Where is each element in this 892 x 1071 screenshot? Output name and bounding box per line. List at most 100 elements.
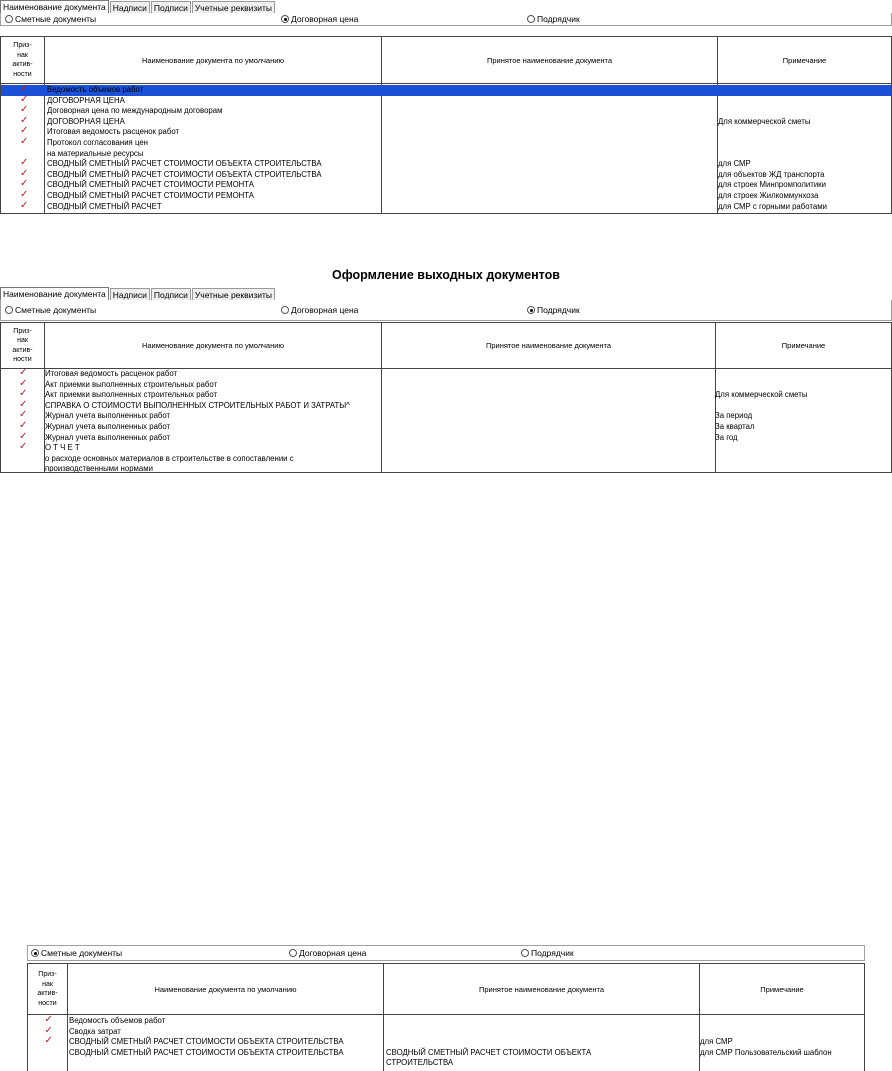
default-name-cell[interactable]: о расходе основных материалов в строител…: [45, 454, 294, 465]
default-name-cell[interactable]: СВОДНЫЙ СМЕТНЫЙ РАСЧЕТ СТОИМОСТИ РЕМОНТА: [47, 180, 254, 191]
default-name-cell[interactable]: Итоговая ведомость расценок работ: [47, 127, 179, 138]
checkmark-icon[interactable]: [19, 442, 27, 453]
default-name-cell[interactable]: Журнал учета выполненных работ: [45, 422, 170, 433]
default-name-cell[interactable]: ДОГОВОРНАЯ ЦЕНА: [47, 96, 125, 107]
checkmark-icon[interactable]: [20, 190, 28, 201]
checkmark-icon[interactable]: [20, 201, 28, 212]
tab-document-name[interactable]: Наименование документа: [0, 287, 109, 300]
table-row[interactable]: Ведомость объемов работ: [1, 84, 891, 96]
checkmark-icon[interactable]: [20, 137, 28, 148]
table-row[interactable]: на материальные ресурсы: [1, 149, 891, 160]
default-name-cell[interactable]: Журнал учета выполненных работ: [45, 411, 170, 422]
default-name-cell[interactable]: на материальные ресурсы: [47, 149, 143, 160]
table-row[interactable]: СВОДНЫЙ СМЕТНЫЙ РАСЧЕТ СТОИМОСТИ ОБЪЕКТА…: [1, 158, 891, 170]
header-accepted-name[interactable]: Принятое наименование документа: [382, 323, 716, 368]
table-row[interactable]: СТРОИТЕЛЬСТВА: [28, 1058, 864, 1069]
header-activity[interactable]: Приз- нак актив- ности: [28, 964, 68, 1014]
radio-contractor[interactable]: Подрядчик: [521, 948, 574, 958]
table-row[interactable]: СВОДНЫЙ СМЕТНЫЙ РАСЧЕТ СТОИМОСТИ РЕМОНТА…: [1, 179, 891, 191]
default-name-cell[interactable]: СВОДНЫЙ СМЕТНЫЙ РАСЧЕТ СТОИМОСТИ РЕМОНТА: [47, 191, 254, 202]
table-row[interactable]: Договорная цена по международным договор…: [1, 105, 891, 117]
accepted-name-cell[interactable]: СТРОИТЕЛЬСТВА: [386, 1058, 453, 1069]
checkmark-icon[interactable]: [20, 84, 28, 95]
default-name-cell[interactable]: производственными нормами: [45, 464, 153, 475]
table-row[interactable]: Акт приемки выполненных строительных раб…: [1, 389, 891, 401]
table-row[interactable]: Сводка затрат: [28, 1026, 864, 1038]
table-row[interactable]: Журнал учета выполненных работ За год: [1, 432, 891, 444]
checkmark-icon[interactable]: [20, 158, 28, 169]
default-name-cell[interactable]: СВОДНЫЙ СМЕТНЫЙ РАСЧЕТ СТОИМОСТИ ОБЪЕКТА…: [69, 1037, 344, 1048]
table-row[interactable]: Акт приемки выполненных строительных раб…: [1, 379, 891, 391]
table-row[interactable]: Итоговая ведомость расценок работ: [1, 368, 891, 380]
default-name-cell[interactable]: Ведомость объемов работ: [47, 85, 143, 96]
note-cell[interactable]: для СМР с горными работами: [718, 202, 827, 213]
table-row[interactable]: СВОДНЫЙ СМЕТНЫЙ РАСЧЕТ СТОИМОСТИ РЕМОНТА…: [1, 190, 891, 202]
default-name-cell[interactable]: Договорная цена по международным договор…: [47, 106, 222, 117]
checkmark-icon[interactable]: [19, 389, 27, 400]
header-note[interactable]: Примечание: [718, 37, 891, 83]
default-name-cell[interactable]: Протокол согласования цен: [47, 138, 148, 149]
header-activity[interactable]: Приз- нак актив- ности: [1, 37, 45, 83]
note-cell[interactable]: для СМР: [718, 159, 751, 170]
table-row[interactable]: СВОДНЫЙ СМЕТНЫЙ РАСЧЕТ для СМР с горными …: [1, 201, 891, 213]
note-cell[interactable]: За год: [715, 433, 738, 444]
note-cell[interactable]: За период: [715, 411, 752, 422]
note-cell[interactable]: для СМР Пользовательский шаблон: [700, 1048, 832, 1059]
radio-contractor[interactable]: Подрядчик: [527, 305, 580, 315]
note-cell[interactable]: для объектов ЖД транспорта: [718, 170, 825, 181]
table-row[interactable]: О Т Ч Е Т: [1, 442, 891, 454]
default-name-cell[interactable]: ДОГОВОРНАЯ ЦЕНА: [47, 117, 125, 128]
default-name-cell[interactable]: Журнал учета выполненных работ: [45, 433, 170, 444]
radio-contractor[interactable]: Подрядчик: [527, 14, 580, 24]
radio-estimate-documents[interactable]: Сметные документы: [5, 305, 96, 315]
default-name-cell[interactable]: СВОДНЫЙ СМЕТНЫЙ РАСЧЕТ: [47, 202, 162, 213]
note-cell[interactable]: для СМР: [700, 1037, 733, 1048]
tab-accounting-details[interactable]: Учетные реквизиты: [191, 288, 276, 300]
table-row[interactable]: ДОГОВОРНАЯ ЦЕНА Для коммерческой сметы: [1, 116, 891, 128]
default-name-cell[interactable]: Ведомость объемов работ: [69, 1016, 165, 1027]
table-row[interactable]: о расходе основных материалов в строител…: [1, 454, 891, 465]
default-name-cell[interactable]: Итоговая ведомость расценок работ: [45, 369, 177, 380]
radio-estimate-documents[interactable]: Сметные документы: [31, 948, 122, 958]
table-row[interactable]: СВОДНЫЙ СМЕТНЫЙ РАСЧЕТ СТОИМОСТИ ОБЪЕКТА…: [1, 169, 891, 181]
table-row[interactable]: Журнал учета выполненных работ За период: [1, 410, 891, 422]
default-name-cell[interactable]: Акт приемки выполненных строительных раб…: [45, 390, 217, 401]
header-default-name[interactable]: Наименование документа по умолчанию: [45, 323, 382, 368]
radio-contract-price[interactable]: Договорная цена: [281, 305, 358, 315]
checkmark-icon[interactable]: [19, 368, 27, 379]
tab-accounting-details[interactable]: Учетные реквизиты: [191, 1, 276, 13]
default-name-cell[interactable]: СВОДНЫЙ СМЕТНЫЙ РАСЧЕТ СТОИМОСТИ ОБЪЕКТА…: [69, 1048, 344, 1059]
header-activity[interactable]: Приз- нак актив- ности: [1, 323, 45, 368]
table-row[interactable]: Ведомость объемов работ: [28, 1015, 864, 1027]
default-name-cell[interactable]: Акт приемки выполненных строительных раб…: [45, 380, 217, 391]
table-row[interactable]: Итоговая ведомость расценок работ: [1, 126, 891, 138]
note-cell[interactable]: За квартал: [715, 422, 755, 433]
checkmark-icon[interactable]: [20, 105, 28, 116]
table-row[interactable]: СПРАВКА О СТОИМОСТИ ВЫПОЛНЕННЫХ СТРОИТЕЛ…: [1, 400, 891, 412]
default-name-cell[interactable]: СВОДНЫЙ СМЕТНЫЙ РАСЧЕТ СТОИМОСТИ ОБЪЕКТА…: [47, 170, 322, 181]
header-accepted-name[interactable]: Принятое наименование документа: [384, 964, 700, 1014]
checkmark-icon[interactable]: [45, 1015, 53, 1026]
header-default-name[interactable]: Наименование документа по умолчанию: [45, 37, 382, 83]
accepted-name-cell[interactable]: СВОДНЫЙ СМЕТНЫЙ РАСЧЕТ СТОИМОСТИ ОБЪЕКТА: [386, 1048, 591, 1059]
table-row[interactable]: ДОГОВОРНАЯ ЦЕНА: [1, 95, 891, 107]
checkmark-icon[interactable]: [19, 421, 27, 432]
note-cell[interactable]: для строек Минпромполитики: [718, 180, 826, 191]
tab-document-name[interactable]: Наименование документа: [0, 0, 109, 13]
note-cell[interactable]: Для коммерческой сметы: [718, 117, 810, 128]
tab-signatures[interactable]: Подписи: [150, 288, 191, 300]
header-default-name[interactable]: Наименование документа по умолчанию: [68, 964, 384, 1014]
radio-contract-price[interactable]: Договорная цена: [289, 948, 366, 958]
tab-inscriptions[interactable]: Надписи: [109, 288, 150, 300]
checkmark-icon[interactable]: [45, 1036, 53, 1047]
radio-estimate-documents[interactable]: Сметные документы: [5, 14, 96, 24]
header-note[interactable]: Примечание: [716, 323, 891, 368]
default-name-cell[interactable]: Сводка затрат: [69, 1027, 121, 1038]
header-note[interactable]: Примечание: [700, 964, 864, 1014]
table-row[interactable]: СВОДНЫЙ СМЕТНЫЙ РАСЧЕТ СТОИМОСТИ ОБЪЕКТА…: [28, 1036, 864, 1048]
table-row[interactable]: Протокол согласования цен: [1, 137, 891, 149]
tab-signatures[interactable]: Подписи: [150, 1, 191, 13]
default-name-cell[interactable]: О Т Ч Е Т: [45, 443, 80, 454]
table-row[interactable]: СВОДНЫЙ СМЕТНЫЙ РАСЧЕТ СТОИМОСТИ ОБЪЕКТА…: [28, 1048, 864, 1059]
tab-inscriptions[interactable]: Надписи: [109, 1, 150, 13]
